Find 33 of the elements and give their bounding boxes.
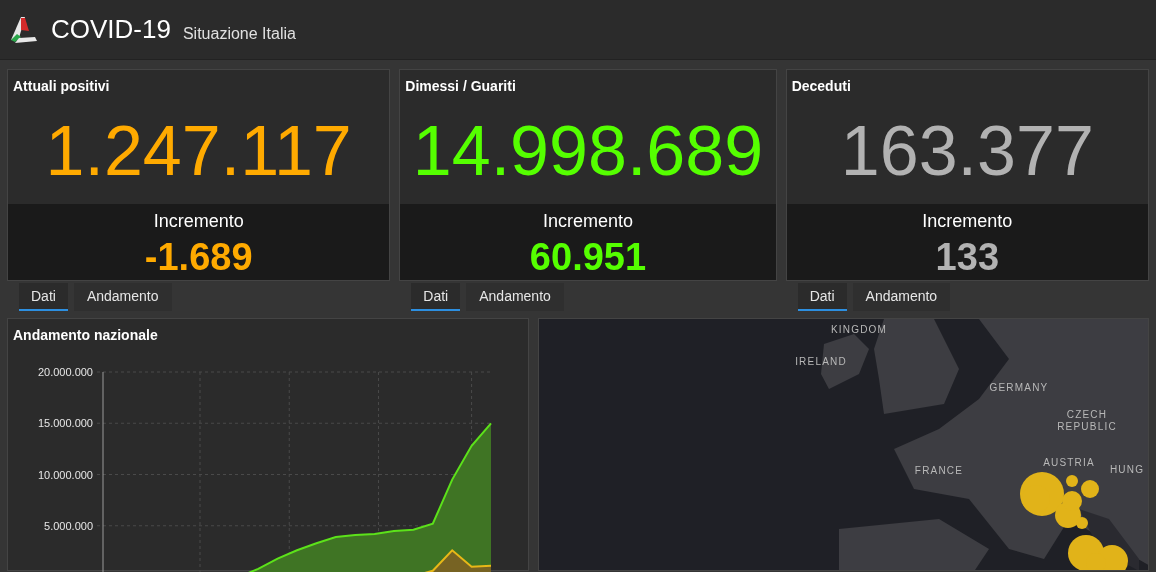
- tab[interactable]: Andamento: [73, 283, 172, 311]
- axis-tick-label: 15.000.000: [37, 417, 93, 430]
- country-label: FRANCE: [913, 465, 965, 477]
- stat-value: 1.247.117: [45, 115, 352, 186]
- tab[interactable]: Andamento: [466, 283, 564, 311]
- map-view[interactable]: KINGDOM IRELAND GERMANY CZECH REPUBLIC FRANCE AUSTRIA HUNG: [538, 318, 1149, 571]
- increment-label: Incremento: [542, 210, 633, 233]
- country-label: HUNG: [1108, 464, 1146, 476]
- stat-value: 163.377: [840, 115, 1094, 186]
- tab[interactable]: Dati: [19, 283, 68, 311]
- increment-label: Incremento: [922, 210, 1013, 233]
- increment-value: -1.689: [144, 235, 253, 279]
- stat-value: 14.998.689: [412, 115, 764, 186]
- card-title: Dimessi / Guariti: [404, 77, 517, 96]
- increment-label: Incremento: [153, 210, 244, 233]
- tab[interactable]: Dati: [411, 283, 461, 311]
- country-label: IRELAND: [794, 356, 848, 368]
- card-title: Attuali positivi: [12, 77, 111, 96]
- country-label: KINGDOM: [829, 324, 889, 336]
- country-label: CZECH REPUBLIC: [1056, 409, 1118, 433]
- country-label: GERMANY: [988, 382, 1050, 394]
- app-title: COVID-19: [51, 13, 171, 46]
- app-subtitle: Situazione Italia: [182, 23, 296, 44]
- tab[interactable]: Dati: [797, 283, 847, 311]
- card-title: Deceduti: [790, 77, 852, 96]
- country-label: AUSTRIA: [1042, 457, 1096, 469]
- axis-tick-label: 5.000.000: [44, 519, 93, 532]
- tab[interactable]: Andamento: [852, 283, 951, 311]
- axis-tick-label: 10.000.000: [37, 468, 93, 481]
- increment-value: 133: [935, 235, 999, 279]
- increment-value: 60.951: [529, 235, 647, 279]
- panel-title: Andamento nazionale: [13, 326, 158, 345]
- axis-tick-label: 20.000.000: [37, 366, 93, 378]
